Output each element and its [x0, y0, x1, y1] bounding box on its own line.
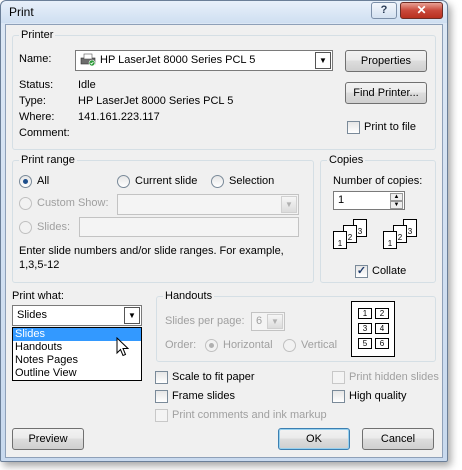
type-value: HP LaserJet 8000 Series PCL 5: [78, 95, 234, 107]
printer-icon: [80, 53, 96, 67]
print-range-group: Print range All Current slide Selection …: [12, 154, 314, 283]
printer-name-value: HP LaserJet 8000 Series PCL 5: [100, 54, 256, 66]
chevron-down-icon: ▼: [267, 314, 283, 329]
slides-hint-text: Enter slide numbers and/or slide ranges.…: [19, 245, 284, 271]
vertical-label: Vertical: [301, 339, 338, 351]
preview-button[interactable]: Preview: [12, 428, 84, 450]
collate-page-1: 1: [383, 231, 397, 249]
collate-page-1: 1: [333, 231, 347, 249]
printer-name-select[interactable]: HP LaserJet 8000 Series PCL 5 ▼: [75, 50, 333, 71]
name-label-text: Name:: [19, 53, 52, 65]
help-button[interactable]: ?: [371, 2, 397, 19]
frame-slides-label: Frame slides: [172, 390, 235, 402]
print-comments-label: Print comments and ink markup: [172, 409, 327, 421]
preview-button-label: Preview: [28, 433, 68, 445]
print-to-file-checkbox[interactable]: [347, 121, 360, 134]
print-dialog-window: Print ? ✕ Printer Name: HP LaserJet 8000…: [0, 0, 448, 462]
handout-slide-3: 3: [358, 323, 372, 334]
spin-up-icon[interactable]: ▲: [390, 193, 403, 201]
scale-to-fit-label: Scale to fit paper: [172, 371, 255, 383]
title-bar: Print ? ✕: [1, 1, 447, 23]
number-of-copies-label: Number of copies:: [333, 175, 423, 187]
handouts-group-label: Handouts: [163, 290, 215, 302]
current-slide-radio[interactable]: [117, 175, 130, 188]
handout-slide-2: 2: [375, 308, 389, 319]
chevron-down-icon: ▼: [281, 196, 297, 213]
vertical-radio[interactable]: [283, 339, 296, 352]
collate-checkbox[interactable]: ✓: [355, 265, 368, 278]
slides-input[interactable]: [79, 217, 299, 237]
copies-group-label: Copies: [327, 154, 366, 166]
frame-slides-checkbox[interactable]: [155, 390, 168, 403]
all-radio[interactable]: [19, 175, 32, 188]
print-hidden-slides-label: Print hidden slides: [349, 371, 439, 383]
properties-button-label: Properties: [360, 55, 412, 67]
print-what-label: Print what:: [12, 290, 64, 302]
where-label: Where:: [19, 111, 55, 123]
slides-per-page-value: 6: [256, 315, 263, 327]
horizontal-label: Horizontal: [223, 339, 273, 351]
status-value: Idle: [78, 79, 96, 91]
window-title: Print: [9, 5, 34, 19]
handout-slide-4: 4: [375, 323, 389, 334]
ok-button[interactable]: OK: [278, 428, 350, 450]
collate-label: Collate: [372, 265, 407, 277]
print-comments-checkbox[interactable]: [155, 409, 168, 422]
handouts-group: Handouts Slides per page: 6 ▼ Order: Hor…: [156, 290, 436, 362]
print-range-group-label: Print range: [19, 154, 77, 166]
chevron-down-icon[interactable]: ▼: [315, 52, 331, 69]
scale-to-fit-checkbox[interactable]: [155, 371, 168, 384]
custom-show-label: Custom Show:: [37, 197, 109, 209]
handout-slide-1: 1: [358, 308, 372, 319]
slides-per-page-label: Slides per page:: [165, 315, 245, 327]
custom-show-select[interactable]: ▼: [117, 194, 299, 215]
handout-slide-5: 5: [358, 338, 372, 349]
selection-label: Selection: [229, 175, 275, 187]
cancel-button-label: Cancel: [380, 433, 416, 445]
printer-group: Printer Name: HP LaserJet 8000 Series PC…: [12, 29, 436, 150]
current-slide-label: Current slide: [135, 175, 198, 187]
custom-show-radio[interactable]: [19, 197, 32, 210]
dialog-client-area: Printer Name: HP LaserJet 8000 Series PC…: [5, 24, 443, 458]
copies-group: Copies Number of copies: 1 ▲ ▼ 3 2 1 3 2…: [320, 154, 436, 283]
collate-illustration-1: 3 2 1: [331, 219, 377, 259]
high-quality-label: High quality: [349, 390, 407, 402]
ok-button-label: OK: [306, 433, 322, 445]
high-quality-checkbox[interactable]: [332, 390, 345, 403]
find-printer-button-label: Find Printer...: [353, 87, 419, 99]
properties-button[interactable]: Properties: [345, 50, 427, 72]
all-label: All: [37, 175, 50, 187]
printer-group-label: Printer: [19, 29, 56, 41]
slides-label: Slides:: [37, 221, 71, 233]
print-what-select[interactable]: Slides ▼: [12, 305, 142, 326]
spin-down-icon[interactable]: ▼: [390, 201, 403, 209]
horizontal-radio[interactable]: [205, 339, 218, 352]
find-printer-button[interactable]: Find Printer...: [345, 82, 427, 104]
close-button[interactable]: ✕: [400, 2, 443, 19]
print-hidden-slides-checkbox[interactable]: [332, 371, 345, 384]
collate-illustration-2: 3 2 1: [381, 219, 427, 259]
mouse-cursor-icon: [116, 336, 130, 357]
print-what-value: Slides: [17, 309, 47, 321]
comment-label: Comment:: [19, 127, 70, 139]
type-label: Type:: [19, 95, 46, 107]
order-label: Order:: [165, 339, 197, 351]
selection-radio[interactable]: [211, 175, 224, 188]
chevron-down-icon[interactable]: ▼: [124, 307, 140, 324]
print-what-option[interactable]: Outline View: [13, 367, 141, 380]
copies-spinner[interactable]: 1 ▲ ▼: [333, 191, 405, 210]
handout-preview: 1 2 3 4 5 6: [351, 301, 395, 357]
slides-radio[interactable]: [19, 221, 32, 234]
handout-slide-6: 6: [375, 338, 389, 349]
name-label: Name:: [19, 53, 51, 65]
status-label: Status:: [19, 79, 54, 91]
cancel-button[interactable]: Cancel: [362, 428, 434, 450]
copies-value: 1: [338, 194, 345, 206]
slides-per-page-select[interactable]: 6 ▼: [251, 312, 285, 331]
where-value: 141.161.223.117: [78, 111, 160, 123]
print-to-file-label: Print to file: [364, 121, 416, 133]
